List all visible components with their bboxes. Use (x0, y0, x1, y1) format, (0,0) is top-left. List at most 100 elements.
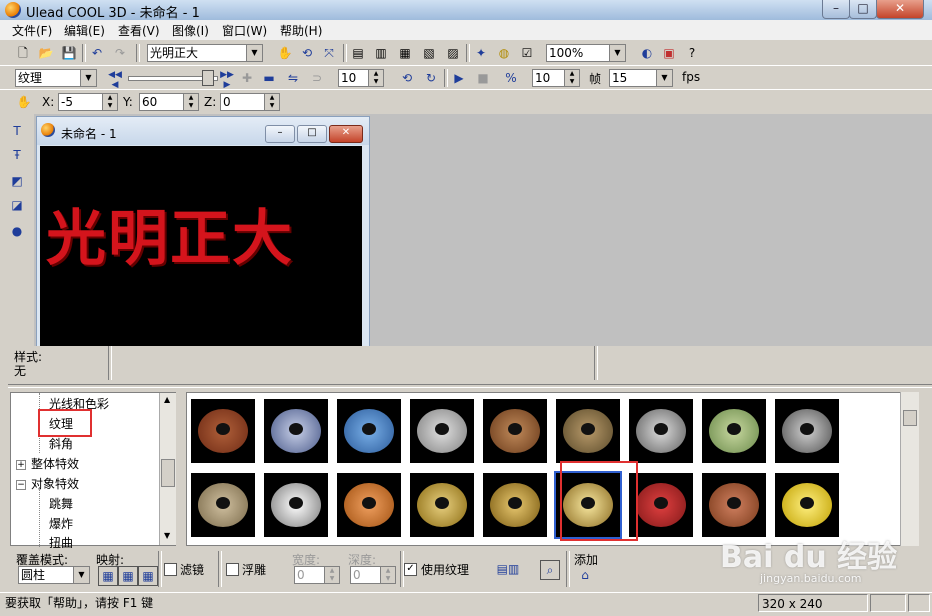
close-button[interactable]: ✕ (876, 0, 924, 19)
texture-thumb[interactable] (702, 473, 766, 537)
hand-position-icon[interactable]: ✋ (15, 93, 33, 111)
y-position-input[interactable]: 60 ▲ ▼ (139, 93, 199, 111)
texture-search-icon[interactable]: ⌕ (540, 560, 560, 580)
canvas-3d-text[interactable]: 光明正大 (46, 190, 294, 277)
add-to-gallery-icon[interactable]: ⌂ (576, 566, 594, 584)
doc-close-button[interactable]: ✕ (329, 125, 363, 143)
texture-thumb[interactable] (191, 399, 255, 463)
texture-thumb[interactable] (337, 473, 401, 537)
texture-thumb[interactable] (264, 473, 328, 537)
texture-thumb[interactable] (264, 399, 328, 463)
texture-thumb[interactable] (483, 473, 547, 537)
emboss-checkbox[interactable] (226, 563, 239, 576)
edit-box-icon[interactable]: ☑ (518, 44, 536, 62)
texture-thumb[interactable] (483, 399, 547, 463)
remove-key-icon[interactable]: ▬ (260, 69, 278, 87)
menu-file[interactable]: 文件(F) (12, 22, 52, 39)
redo-icon[interactable]: ↷ (111, 44, 129, 62)
zoom-select[interactable]: 100% ▼ (546, 44, 626, 62)
view-bottom-icon[interactable]: ▨ (444, 44, 462, 62)
menu-help[interactable]: 帮助(H) (280, 22, 322, 39)
open-folder-icon[interactable]: 📂 (37, 44, 55, 62)
frame-number-input[interactable]: 10 ▲ ▼ (338, 69, 384, 87)
insert-sphere-icon[interactable]: ● (8, 222, 26, 240)
doc-maximize-button[interactable]: □ (297, 125, 327, 143)
texture-thumb[interactable] (191, 473, 255, 537)
texture-thumb[interactable] (629, 399, 693, 463)
help-pointer-icon[interactable]: ? (683, 44, 701, 62)
spin-arrows[interactable]: ▲ ▼ (368, 70, 383, 86)
filter-checkbox[interactable] (164, 563, 177, 576)
tree-item-bevel[interactable]: 斜角 (49, 435, 73, 452)
reverse-key-icon[interactable]: ⇋ (284, 69, 302, 87)
menu-edit[interactable]: 编辑(E) (64, 22, 105, 39)
minimize-button[interactable]: – (822, 0, 850, 19)
expand-icon[interactable]: + (16, 460, 26, 470)
refresh-icon[interactable]: ↻ (422, 69, 440, 87)
menu-image[interactable]: 图像(I) (172, 22, 209, 39)
play-icon[interactable]: ▶ (450, 69, 468, 87)
texture-thumb[interactable] (337, 399, 401, 463)
use-texture-checkbox[interactable]: ✓ (404, 563, 417, 576)
view-back-icon[interactable]: ▧ (420, 44, 438, 62)
fps-select[interactable]: 15 ▼ (609, 69, 673, 87)
menu-view[interactable]: 查看(V) (118, 22, 160, 39)
speed-input[interactable]: 10 ▲ ▼ (532, 69, 580, 87)
scroll-up-icon[interactable]: ▲ (164, 395, 170, 404)
insert-text-icon[interactable]: T (8, 122, 26, 140)
texture-thumb[interactable] (702, 399, 766, 463)
texture-thumb[interactable] (775, 473, 839, 537)
mapping-3-icon[interactable]: ▦ (138, 566, 158, 586)
menu-window[interactable]: 窗口(W) (222, 22, 267, 39)
x-position-input[interactable]: -5 ▲ ▼ (58, 93, 118, 111)
repeat-icon[interactable]: ⟲ (398, 69, 416, 87)
text-object-select[interactable]: 光明正大 ▼ (147, 44, 263, 62)
tree-item-dance[interactable]: 跳舞 (49, 495, 73, 512)
add-key-icon[interactable]: ✚ (238, 69, 256, 87)
globe-icon[interactable]: ◍ (495, 44, 513, 62)
spin-arrows[interactable]: ▲ ▼ (564, 70, 579, 86)
edit-text-icon[interactable]: Ŧ (8, 146, 26, 164)
spin-arrows[interactable]: ▲ ▼ (183, 94, 198, 110)
z-position-input[interactable]: 0 ▲ ▼ (220, 93, 280, 111)
cover-mode-select[interactable]: 圆柱 ▼ (18, 566, 90, 584)
scroll-thumb[interactable] (903, 410, 917, 426)
maximize-button[interactable]: □ (849, 0, 877, 19)
new-file-icon[interactable]: 🗋 (14, 44, 32, 62)
texture-thumb[interactable] (556, 399, 620, 463)
texture-file-icon[interactable]: ▤▥ (490, 560, 526, 578)
view-top-icon[interactable]: ▥ (372, 44, 390, 62)
attribute-select[interactable]: 纹理 ▼ (15, 69, 97, 87)
texture-thumb[interactable] (629, 473, 693, 537)
edit-shape-icon[interactable]: ◪ (8, 196, 26, 214)
stop-icon[interactable]: ■ (474, 69, 492, 87)
resize-icon[interactable]: ⤧ (320, 44, 338, 62)
spin-arrows[interactable]: ▲ ▼ (264, 94, 279, 110)
collapse-icon[interactable]: − (16, 480, 26, 490)
gallery-scrollbar[interactable] (900, 392, 919, 546)
speed-icon[interactable]: % (502, 69, 520, 87)
loop-icon[interactable]: ⊃ (308, 69, 326, 87)
spin-arrows[interactable]: ▲ ▼ (324, 567, 339, 583)
depth-input[interactable]: 0 ▲ ▼ (350, 566, 396, 584)
light-icon[interactable]: ✦ (472, 44, 490, 62)
tree-item-global-effects[interactable]: 整体特效 (31, 455, 79, 472)
texture-thumb[interactable] (410, 399, 474, 463)
spin-arrows[interactable]: ▲ ▼ (380, 567, 395, 583)
mapping-2-icon[interactable]: ▦ (118, 566, 138, 586)
hand-move-icon[interactable]: ✋ (276, 44, 294, 62)
spin-arrows[interactable]: ▲ ▼ (102, 94, 117, 110)
texture-thumb[interactable] (410, 473, 474, 537)
rotate-icon[interactable]: ⟲ (298, 44, 316, 62)
scroll-thumb[interactable] (161, 459, 175, 487)
view-front-icon[interactable]: ▤ (349, 44, 367, 62)
tree-scrollbar[interactable]: ▲ ▼ (159, 393, 176, 545)
tree-item-explode[interactable]: 爆炸 (49, 515, 73, 532)
save-icon[interactable]: 💾 (60, 44, 78, 62)
image-library-icon[interactable]: ▣ (660, 44, 678, 62)
mapping-1-icon[interactable]: ▦ (98, 566, 118, 586)
view-side-icon[interactable]: ▦ (396, 44, 414, 62)
render-icon[interactable]: ◐ (638, 44, 656, 62)
scroll-down-icon[interactable]: ▼ (164, 531, 170, 540)
texture-thumb[interactable] (775, 399, 839, 463)
